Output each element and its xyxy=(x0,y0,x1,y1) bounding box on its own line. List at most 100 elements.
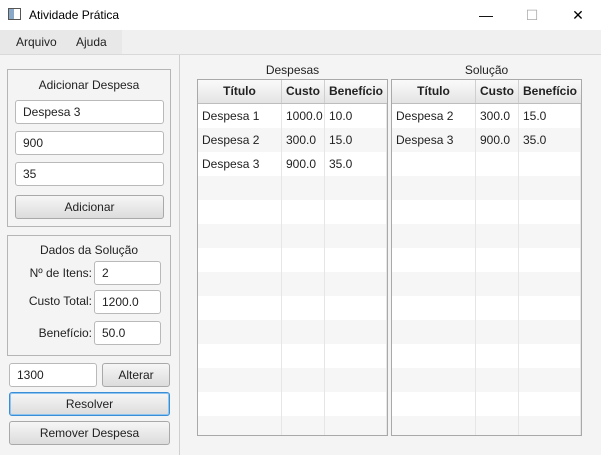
empty-table-row[interactable] xyxy=(198,272,387,296)
table-cell xyxy=(392,272,476,296)
empty-table-row[interactable] xyxy=(392,176,581,200)
solution-table[interactable]: Título Custo Benefício Despesa 2 300.0 15.… xyxy=(391,79,582,436)
col-custo[interactable]: Custo xyxy=(476,80,519,103)
table-cell xyxy=(198,392,282,416)
add-expense-button[interactable]: Adicionar xyxy=(15,195,164,219)
table-cell xyxy=(198,344,282,368)
solution-data-title: Dados da Solução xyxy=(39,243,139,257)
empty-table-row[interactable] xyxy=(392,296,581,320)
table-row[interactable]: Despesa 3 900.0 35.0 xyxy=(392,128,581,152)
menu-arquivo[interactable]: Arquivo xyxy=(16,35,57,49)
solution-table-header: Título Custo Benefício xyxy=(392,80,581,104)
col-titulo[interactable]: Título xyxy=(392,80,476,103)
table-row[interactable]: Despesa 3 900.0 35.0 xyxy=(198,152,387,176)
table-cell xyxy=(282,392,325,416)
empty-table-row[interactable] xyxy=(198,320,387,344)
table-row[interactable]: Despesa 1 1000.0 10.0 xyxy=(198,104,387,128)
table-cell: 300.0 xyxy=(282,128,325,152)
items-count-field[interactable]: 2 xyxy=(94,261,161,285)
table-row[interactable]: Despesa 2 300.0 15.0 xyxy=(198,128,387,152)
table-cell xyxy=(519,152,581,176)
table-cell xyxy=(392,176,476,200)
table-cell xyxy=(198,296,282,320)
empty-table-row[interactable] xyxy=(198,344,387,368)
add-expense-title: Adicionar Despesa xyxy=(38,78,140,92)
col-beneficio[interactable]: Benefício xyxy=(325,80,387,103)
table-cell xyxy=(325,296,387,320)
table-cell xyxy=(198,272,282,296)
menu-bar: Arquivo Ajuda xyxy=(0,30,601,55)
col-titulo[interactable]: Título xyxy=(198,80,282,103)
table-cell xyxy=(325,176,387,200)
empty-table-row[interactable] xyxy=(392,152,581,176)
solution-caption: Solução xyxy=(464,63,509,77)
table-row[interactable]: Despesa 2 300.0 15.0 xyxy=(392,104,581,128)
close-button[interactable]: ✕ xyxy=(555,0,601,30)
table-cell xyxy=(282,200,325,224)
empty-table-row[interactable] xyxy=(198,368,387,392)
right-panel: Despesas Solução Título Custo Benefício … xyxy=(181,55,601,455)
menu-ajuda[interactable]: Ajuda xyxy=(76,35,107,49)
table-cell xyxy=(282,248,325,272)
table-cell xyxy=(198,320,282,344)
table-cell: 900.0 xyxy=(282,152,325,176)
table-cell xyxy=(392,248,476,272)
total-cost-field[interactable]: 1200.0 xyxy=(94,290,161,314)
table-cell xyxy=(325,320,387,344)
table-cell xyxy=(519,248,581,272)
col-custo[interactable]: Custo xyxy=(282,80,325,103)
remove-expense-button[interactable]: Remover Despesa xyxy=(9,421,170,445)
table-cell xyxy=(476,344,519,368)
col-beneficio[interactable]: Benefício xyxy=(519,80,581,103)
table-cell xyxy=(198,416,282,435)
table-cell: Despesa 1 xyxy=(198,104,282,128)
budget-input[interactable]: 1300 xyxy=(9,363,97,387)
table-cell: Despesa 3 xyxy=(198,152,282,176)
minimize-button[interactable]: — xyxy=(463,0,509,30)
alter-budget-button[interactable]: Alterar xyxy=(102,363,170,387)
empty-table-row[interactable] xyxy=(392,224,581,248)
empty-table-row[interactable] xyxy=(392,416,581,435)
table-cell xyxy=(519,320,581,344)
empty-table-row[interactable] xyxy=(198,176,387,200)
total-cost-label: Custo Total: xyxy=(28,294,92,308)
table-cell xyxy=(392,368,476,392)
table-cell: Despesa 2 xyxy=(392,104,476,128)
maximize-button[interactable]: ☐ xyxy=(509,0,555,30)
empty-table-row[interactable] xyxy=(198,248,387,272)
empty-table-row[interactable] xyxy=(198,416,387,435)
empty-table-row[interactable] xyxy=(198,392,387,416)
table-cell xyxy=(282,320,325,344)
table-cell xyxy=(282,368,325,392)
empty-table-row[interactable] xyxy=(392,344,581,368)
empty-table-row[interactable] xyxy=(392,320,581,344)
table-cell xyxy=(476,320,519,344)
expense-benefit-input[interactable]: 35 xyxy=(15,162,164,186)
empty-table-row[interactable] xyxy=(392,248,581,272)
app-window-icon xyxy=(8,8,21,20)
expense-cost-input[interactable]: 900 xyxy=(15,131,164,155)
solve-button[interactable]: Resolver xyxy=(9,392,170,416)
table-cell xyxy=(282,272,325,296)
expenses-table-header: Título Custo Benefício xyxy=(198,80,387,104)
empty-table-row[interactable] xyxy=(198,224,387,248)
empty-table-row[interactable] xyxy=(198,296,387,320)
benefit-field[interactable]: 50.0 xyxy=(94,321,161,345)
table-cell: 300.0 xyxy=(476,104,519,128)
empty-table-row[interactable] xyxy=(392,368,581,392)
table-cell xyxy=(519,176,581,200)
table-cell xyxy=(392,344,476,368)
benefit-label: Benefício: xyxy=(38,326,92,340)
expense-name-input[interactable]: Despesa 3 xyxy=(15,100,164,124)
empty-table-row[interactable] xyxy=(198,200,387,224)
left-panel: Adicionar Despesa Despesa 3 900 35 Adici… xyxy=(0,55,180,455)
table-cell xyxy=(282,416,325,435)
empty-table-row[interactable] xyxy=(392,392,581,416)
table-cell xyxy=(325,248,387,272)
empty-table-row[interactable] xyxy=(392,272,581,296)
empty-table-row[interactable] xyxy=(392,200,581,224)
solution-data-group: Dados da Solução Nº de Itens: 2 Custo To… xyxy=(7,235,171,356)
expenses-table[interactable]: Título Custo Benefício Despesa 1 1000.0 10… xyxy=(197,79,388,436)
table-cell xyxy=(198,368,282,392)
table-cell xyxy=(519,344,581,368)
